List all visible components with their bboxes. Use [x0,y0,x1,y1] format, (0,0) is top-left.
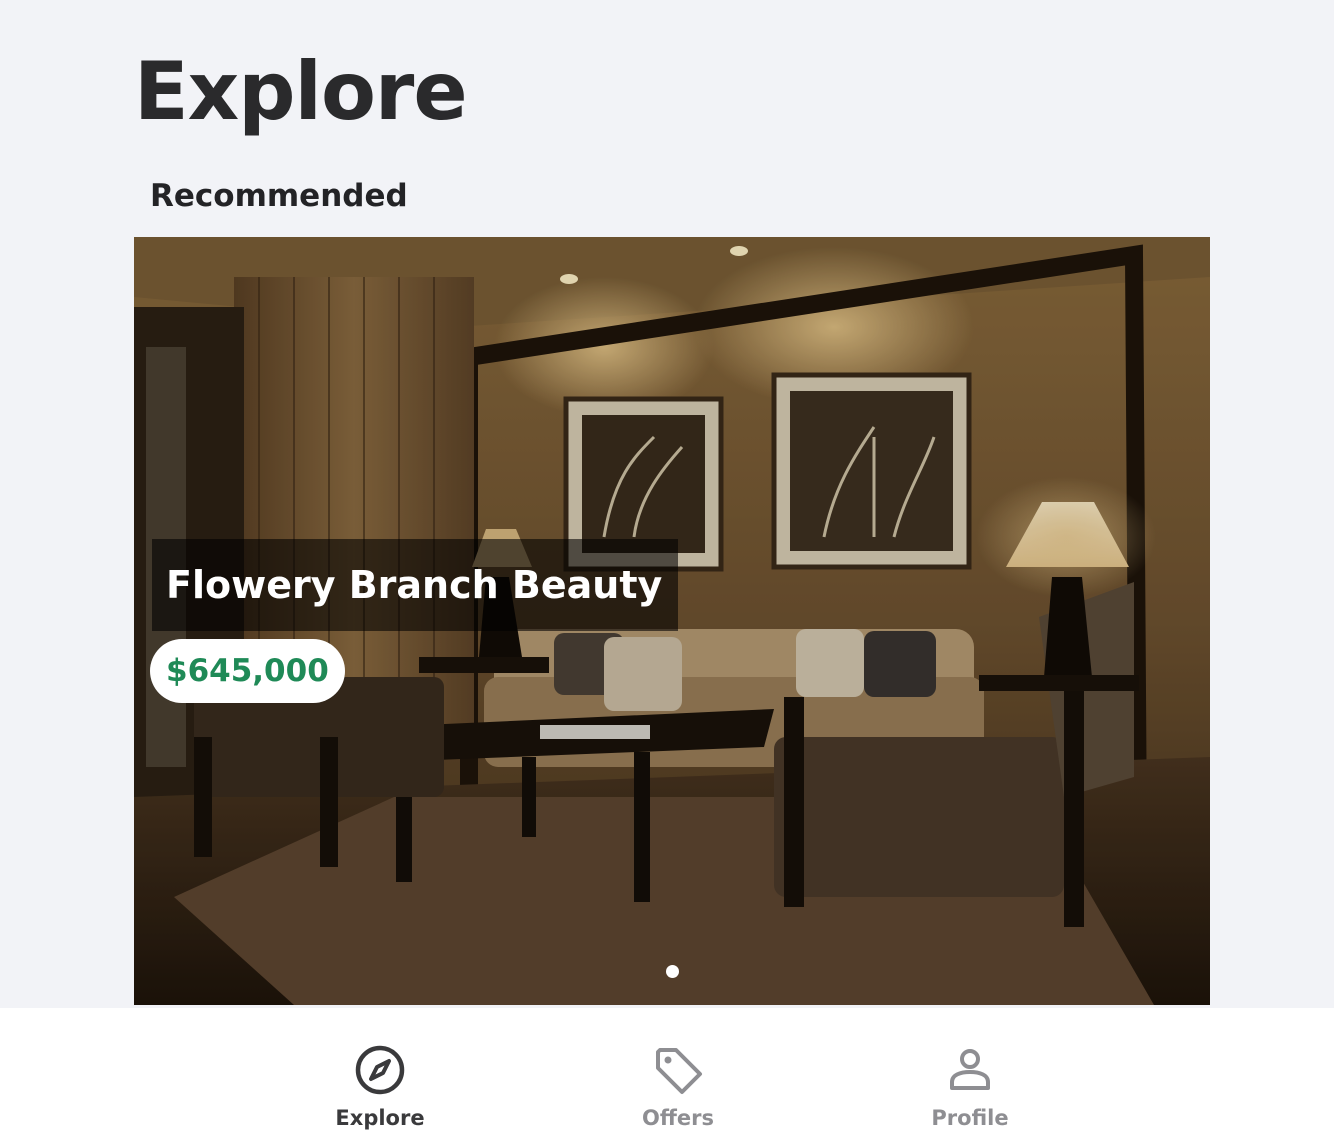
carousel-dot-active[interactable] [665,965,679,978]
listing-name-overlay[interactable]: Flowery Branch Beauty [152,539,679,631]
tab-profile[interactable]: Profile [870,1008,1070,1142]
bottom-tab-bar: Explore Offers Profile [0,1008,1334,1142]
section-title-recommended: Recommended [150,178,408,214]
tab-profile-label: Profile [931,1106,1009,1130]
explore-screen: Explore Recommended Flowery Branch Beaut… [0,0,1334,1142]
price-badge: $645,000 [150,639,345,703]
page-title: Explore [134,45,468,138]
tab-explore[interactable]: Explore [280,1008,480,1142]
person-icon [944,1044,996,1096]
listing-name: Flowery Branch Beauty [166,563,663,607]
recommended-carousel[interactable]: Flowery Branch Beauty $645,000 [134,237,1210,1005]
listing-price: $645,000 [166,653,329,689]
tab-offers-label: Offers [642,1106,714,1130]
compass-icon [354,1044,406,1096]
tag-icon [652,1044,704,1096]
tab-offers[interactable]: Offers [578,1008,778,1142]
carousel-page-indicator [134,965,1210,978]
tab-explore-label: Explore [335,1106,425,1130]
